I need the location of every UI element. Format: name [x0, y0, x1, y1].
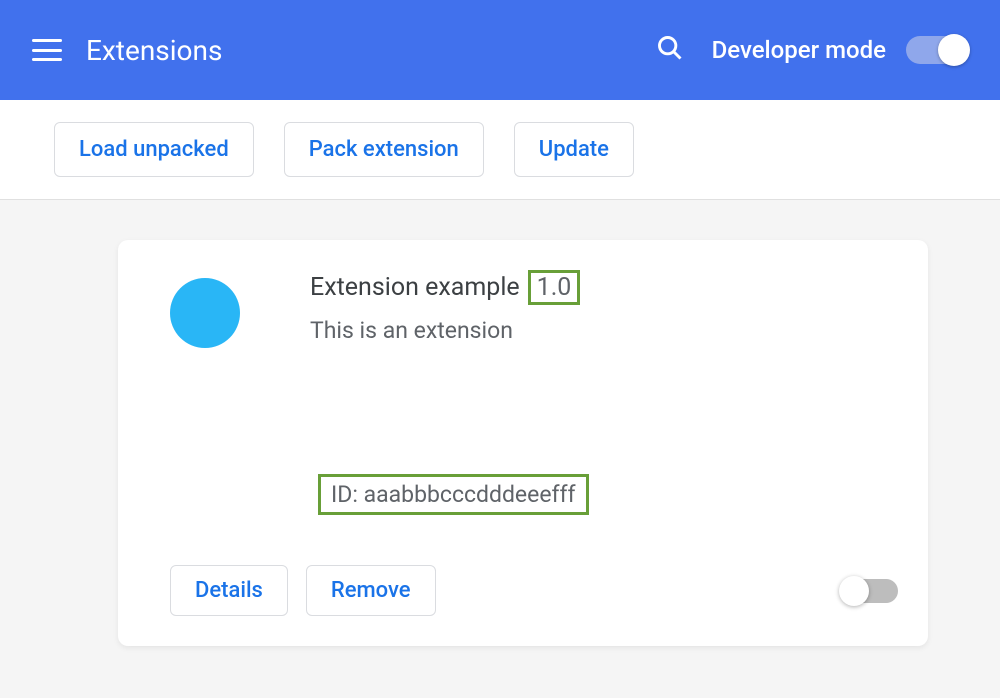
menu-icon[interactable]	[32, 39, 62, 61]
extension-card: Extension example 1.0 This is an extensi…	[118, 240, 928, 646]
extension-version: 1.0	[528, 270, 581, 305]
search-icon[interactable]	[656, 34, 684, 66]
developer-mode-label: Developer mode	[712, 36, 886, 64]
extension-description: This is an extension	[310, 317, 898, 344]
remove-button[interactable]: Remove	[306, 565, 436, 616]
extension-id: ID: aaabbbcccdddeeefff	[318, 474, 589, 515]
extension-name: Extension example	[310, 273, 520, 302]
load-unpacked-button[interactable]: Load unpacked	[54, 122, 254, 177]
page-title: Extensions	[86, 34, 656, 67]
pack-extension-button[interactable]: Pack extension	[284, 122, 484, 177]
details-button[interactable]: Details	[170, 565, 288, 616]
developer-mode-toggle[interactable]	[906, 36, 968, 64]
extension-enable-toggle[interactable]	[842, 579, 898, 603]
extension-icon	[170, 278, 240, 348]
update-button[interactable]: Update	[514, 122, 634, 177]
